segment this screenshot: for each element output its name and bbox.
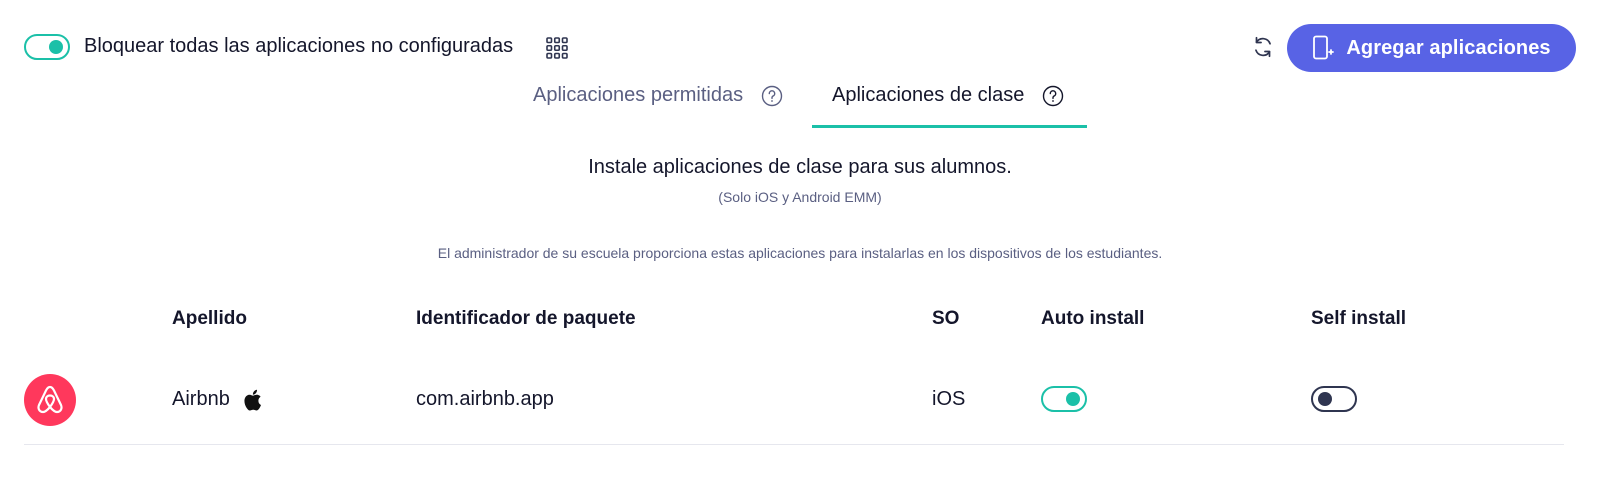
bundle-id-cell: com.airbnb.app <box>416 388 554 410</box>
column-header-name: Apellido <box>172 308 247 329</box>
column-header-auto-install: Auto install <box>1041 308 1145 329</box>
tab-class-apps-label: Aplicaciones de clase <box>832 84 1025 106</box>
help-icon[interactable] <box>1042 85 1064 107</box>
column-header-os: SO <box>932 308 960 329</box>
block-unconfigured-toggle[interactable] <box>24 34 70 60</box>
intro-description: El administrador de su escuela proporcio… <box>437 245 1163 261</box>
column-header-bundle-id: Identificador de paquete <box>416 308 636 329</box>
toggle-knob <box>1318 392 1332 406</box>
auto-install-toggle[interactable] <box>1041 386 1087 412</box>
airbnb-logo-icon <box>24 374 76 426</box>
intro-title: Instale aplicaciones de clase para sus a… <box>588 156 1012 178</box>
column-header-self-install: Self install <box>1311 308 1407 329</box>
table-row: Airbnb com.airbnb.app iOS <box>24 360 1564 445</box>
add-device-icon <box>1313 35 1335 60</box>
intro-subtitle: (Solo iOS y Android EMM) <box>718 189 882 205</box>
self-install-toggle[interactable] <box>1311 386 1357 412</box>
apple-icon <box>244 389 261 411</box>
app-name: Airbnb <box>172 388 230 410</box>
refresh-icon[interactable] <box>1250 34 1276 60</box>
toggle-knob <box>1066 392 1080 406</box>
block-unconfigured-label: Bloquear todas las aplicaciones no confi… <box>84 35 514 57</box>
toggle-knob <box>49 40 63 54</box>
help-icon[interactable] <box>761 85 783 107</box>
add-apps-label: Agregar aplicaciones <box>1346 36 1551 59</box>
app-name-cell: Airbnb <box>172 388 262 411</box>
tab-class-apps[interactable]: Aplicaciones de clase <box>812 84 1087 128</box>
tab-allowed-apps-label: Aplicaciones permitidas <box>533 84 744 106</box>
os-cell: iOS <box>932 388 966 410</box>
add-apps-button[interactable]: Agregar aplicaciones <box>1287 24 1576 72</box>
tab-allowed-apps[interactable]: Aplicaciones permitidas <box>533 84 783 128</box>
grid-icon[interactable] <box>545 36 569 60</box>
